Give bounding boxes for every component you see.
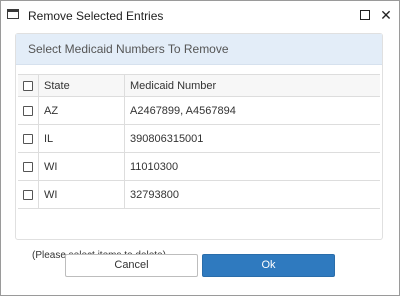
medicaid-table: State Medicaid Number AZ A2467899, A4567…	[18, 74, 380, 209]
column-header-medicaid-number: Medicaid Number	[124, 74, 380, 97]
row-checkbox-cell	[18, 124, 39, 153]
row-checkbox[interactable]	[23, 105, 33, 116]
table-row[interactable]: WI 11010300	[18, 152, 380, 181]
table-row[interactable]: AZ A2467899, A4567894	[18, 96, 380, 125]
table-row[interactable]: WI 32793800	[18, 180, 380, 209]
dialog-window: Remove Selected Entries ✕ Select Medicai…	[0, 0, 400, 296]
table-row[interactable]: IL 390806315001	[18, 124, 380, 153]
row-state: WI	[38, 152, 125, 181]
panel-header: Select Medicaid Numbers To Remove	[16, 34, 382, 65]
row-checkbox[interactable]	[23, 189, 33, 200]
row-medicaid-number: A2467899, A4567894	[124, 96, 380, 125]
selection-panel: Select Medicaid Numbers To Remove State …	[15, 33, 383, 261]
row-checkbox-cell	[18, 180, 39, 209]
row-medicaid-number: 390806315001	[124, 124, 380, 153]
row-checkbox-cell	[18, 152, 39, 181]
column-header-state: State	[38, 74, 125, 97]
row-medicaid-number: 11010300	[124, 152, 380, 181]
maximize-icon[interactable]	[357, 6, 373, 24]
row-checkbox[interactable]	[23, 161, 33, 172]
row-state: AZ	[38, 96, 125, 125]
row-state: WI	[38, 180, 125, 209]
row-checkbox-cell	[18, 96, 39, 125]
row-medicaid-number: 32793800	[124, 180, 380, 209]
row-state: IL	[38, 124, 125, 153]
window-icon	[7, 9, 19, 19]
panel-title: Select Medicaid Numbers To Remove	[28, 42, 229, 56]
close-icon[interactable]: ✕	[378, 6, 394, 24]
window-title: Remove Selected Entries	[28, 9, 164, 23]
select-all-cell	[18, 74, 39, 97]
row-checkbox[interactable]	[23, 133, 33, 144]
table-header-row: State Medicaid Number	[18, 74, 380, 97]
select-all-checkbox[interactable]	[23, 80, 33, 91]
title-bar[interactable]: Remove Selected Entries ✕	[1, 1, 399, 30]
cancel-button[interactable]: Cancel	[65, 254, 198, 277]
ok-button[interactable]: Ok	[202, 254, 335, 277]
